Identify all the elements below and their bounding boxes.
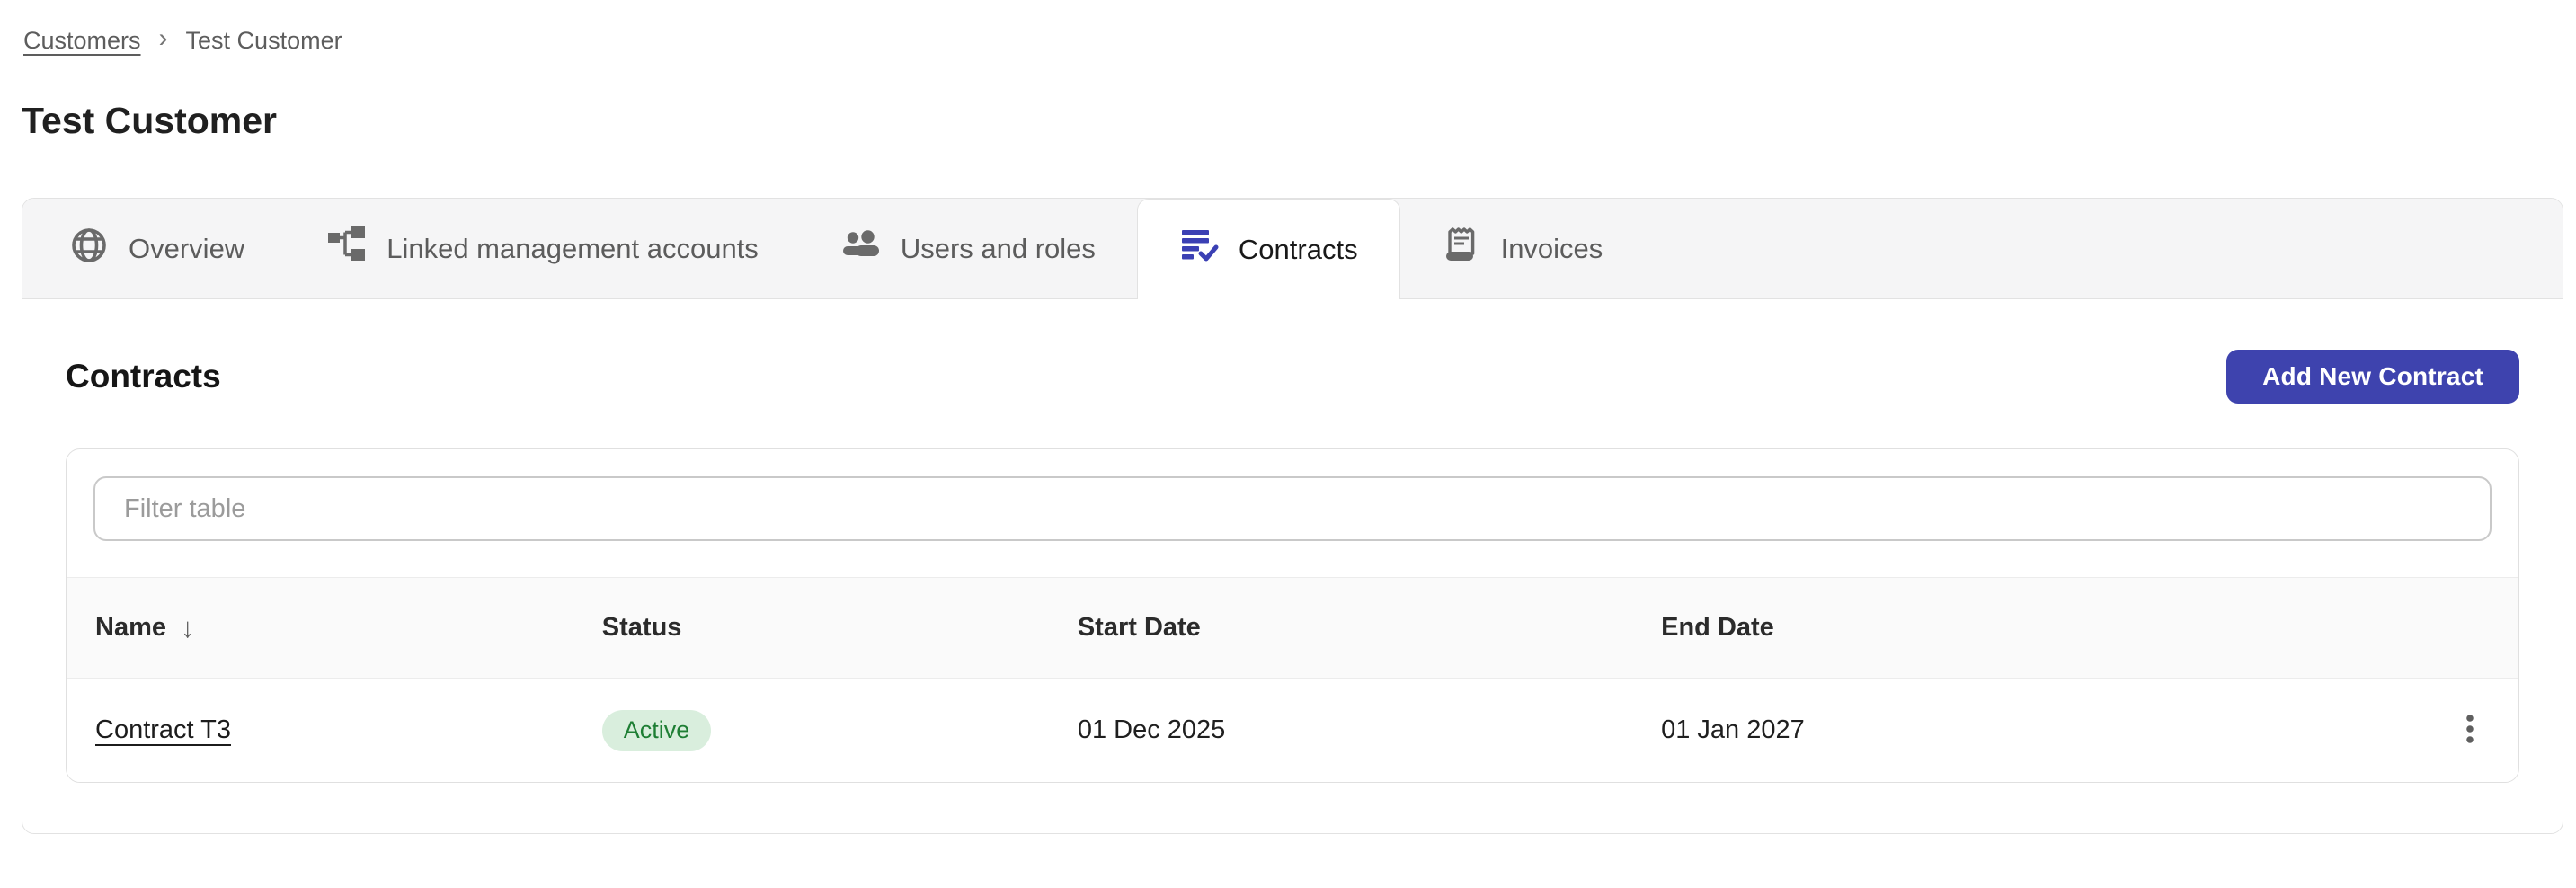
breadcrumb-link-customers[interactable]: Customers (23, 27, 141, 55)
contracts-panel: Contracts Add New Contract Name ↓ Status… (22, 299, 2563, 833)
column-header-status[interactable]: Status (602, 613, 1078, 643)
contracts-panel-header: Contracts Add New Contract (66, 350, 2519, 404)
breadcrumb: Customers › Test Customer (0, 0, 2576, 56)
tab-linked-management-accounts-label: Linked management accounts (386, 233, 759, 265)
column-header-start-date[interactable]: Start Date (1078, 613, 1661, 643)
filter-table-input[interactable] (93, 476, 2492, 541)
column-header-name-label: Name (95, 613, 166, 643)
customer-detail-panel: Overview Linked management accounts (22, 198, 2563, 834)
tab-bar: Overview Linked management accounts (22, 199, 2563, 299)
contract-start-date-cell: 01 Dec 2025 (1078, 715, 1661, 745)
table-header-row: Name ↓ Status Start Date End Date (67, 577, 2518, 679)
tab-linked-management-accounts[interactable]: Linked management accounts (286, 199, 800, 298)
tab-invoices-label: Invoices (1501, 233, 1603, 265)
column-header-name[interactable]: Name ↓ (95, 612, 602, 644)
receipt-icon (1442, 226, 1481, 272)
contracts-table-card: Name ↓ Status Start Date End Date Contra… (66, 448, 2519, 783)
tab-invoices[interactable]: Invoices (1400, 199, 1645, 298)
contract-name-cell: Contract T3 (95, 715, 602, 745)
contracts-checklist-icon (1179, 226, 1219, 273)
contract-end-date-cell: 01 Jan 2027 (1661, 715, 2398, 745)
breadcrumb-current: Test Customer (186, 27, 342, 55)
tab-contracts[interactable]: Contracts (1137, 199, 1400, 299)
contract-status-cell: Active (602, 710, 1078, 751)
breadcrumb-separator-icon: › (159, 25, 168, 56)
add-new-contract-button[interactable]: Add New Contract (2226, 350, 2519, 404)
account-tree-icon (327, 226, 367, 272)
sort-descending-arrow-icon: ↓ (181, 612, 195, 644)
contract-link[interactable]: Contract T3 (95, 715, 231, 744)
group-icon (841, 226, 881, 272)
globe-icon (69, 226, 109, 272)
filter-row (67, 449, 2518, 577)
kebab-menu-icon (2452, 711, 2488, 750)
tab-overview[interactable]: Overview (28, 199, 286, 298)
table-row: Contract T3 Active 01 Dec 2025 01 Jan 20… (67, 679, 2518, 782)
page-title: Test Customer (22, 99, 2576, 142)
status-badge: Active (602, 710, 712, 751)
row-actions-cell (2443, 704, 2497, 758)
tab-users-and-roles[interactable]: Users and roles (800, 199, 1137, 298)
contracts-heading: Contracts (66, 358, 221, 395)
tab-users-and-roles-label: Users and roles (901, 233, 1096, 265)
tab-overview-label: Overview (129, 233, 244, 265)
row-actions-button[interactable] (2443, 704, 2497, 758)
tab-contracts-label: Contracts (1239, 234, 1358, 266)
column-header-end-date[interactable]: End Date (1661, 613, 2398, 643)
